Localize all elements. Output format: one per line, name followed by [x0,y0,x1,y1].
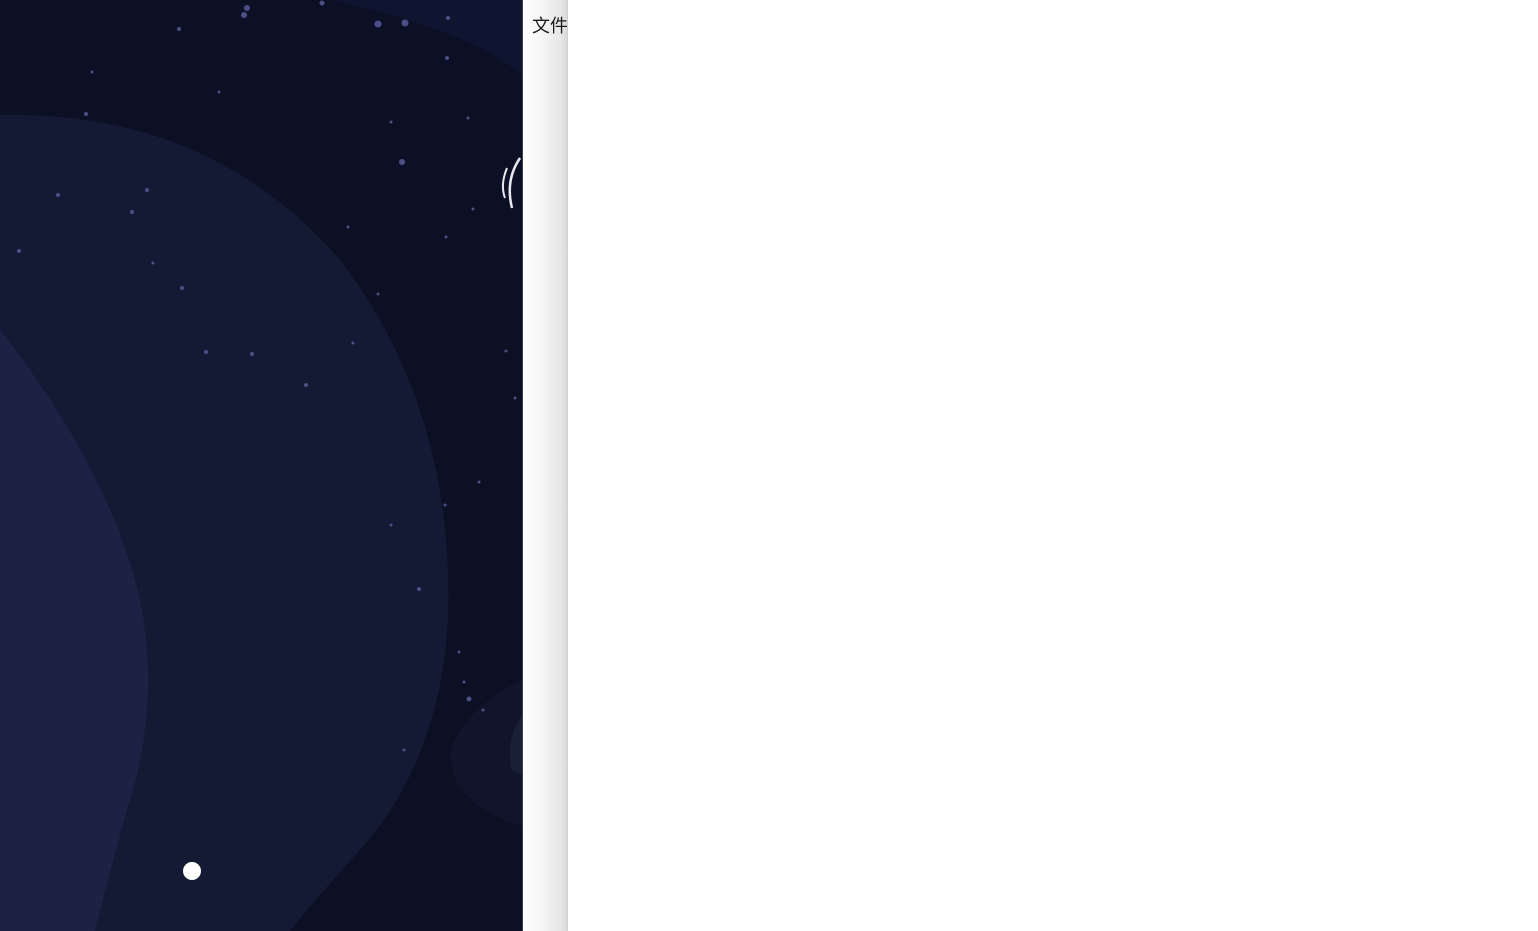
space-illustration [0,0,522,931]
comet-arc-small-icon [501,167,508,199]
app-window: 文件 [0,0,1538,931]
moon-dot [183,862,201,880]
halo-shape [330,0,522,75]
comet-arc-icon [508,157,522,209]
space-illustration-panel [0,0,522,931]
file-menu-label[interactable]: 文件 [532,12,567,38]
sidebar-strip: 文件 [523,0,568,931]
main-content-area [568,0,1538,931]
